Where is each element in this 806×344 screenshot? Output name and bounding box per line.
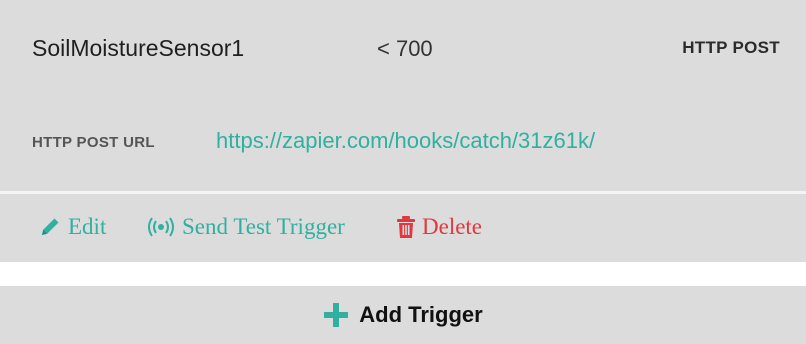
delete-button[interactable]: Delete <box>396 214 482 240</box>
trigger-condition: < 700 <box>377 36 433 61</box>
broadcast-icon <box>146 216 176 238</box>
pencil-icon <box>38 215 62 239</box>
send-test-trigger-button[interactable]: Send Test Trigger <box>146 214 345 240</box>
add-trigger-label: Add Trigger <box>359 302 483 327</box>
post-url-link[interactable]: https://zapier.com/hooks/catch/31z61k/ <box>216 128 595 154</box>
edit-label: Edit <box>68 214 107 239</box>
sensor-name: SoilMoistureSensor1 <box>32 35 245 61</box>
delete-label: Delete <box>422 214 483 239</box>
send-test-trigger-label: Send Test Trigger <box>182 214 345 239</box>
trigger-card: SoilMoistureSensor1 < 700 HTTP POST HTTP… <box>0 0 806 191</box>
add-trigger-button[interactable]: Add Trigger <box>0 286 806 344</box>
url-label: HTTP POST URL <box>32 134 155 151</box>
actions-bar: Edit Send Test Trigger Delete <box>0 194 806 262</box>
trash-icon <box>396 215 416 239</box>
plus-icon <box>323 302 349 328</box>
trigger-method: HTTP POST <box>682 38 780 57</box>
edit-button[interactable]: Edit <box>38 214 106 240</box>
